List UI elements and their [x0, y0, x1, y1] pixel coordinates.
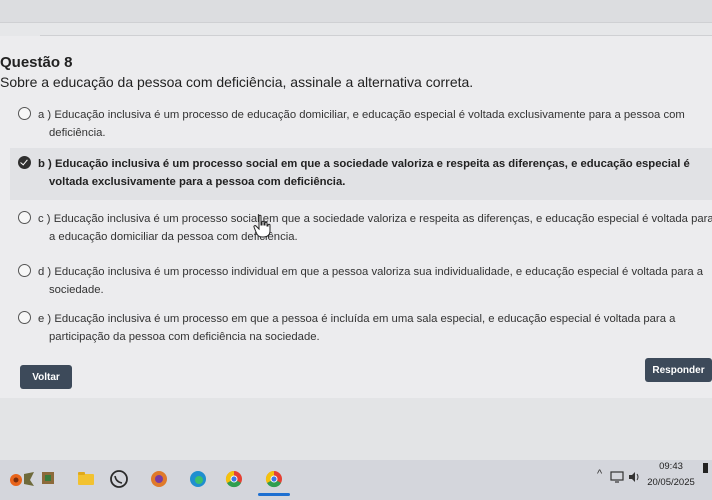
- option-b-line1: b ) Educação inclusiva é um processo soc…: [38, 158, 690, 170]
- hand-cursor-icon: [253, 214, 271, 238]
- submit-button[interactable]: Responder: [645, 358, 712, 382]
- option-d-line2: sociedade.: [49, 284, 104, 296]
- back-button[interactable]: Voltar: [20, 365, 72, 389]
- clock-date: 20/05/2025: [647, 477, 695, 488]
- radio-option-c[interactable]: [18, 211, 31, 224]
- radio-option-b-checked[interactable]: [18, 156, 31, 169]
- windows-taskbar: ^: [0, 460, 712, 500]
- option-e-line2: participação da pessoa com deficiência n…: [49, 331, 320, 343]
- network-icon[interactable]: [610, 470, 624, 484]
- speaker-icon[interactable]: [627, 470, 641, 484]
- option-a-line2: deficiência.: [49, 127, 106, 139]
- option-c-line1: c ) Educação inclusiva é um processo soc…: [38, 213, 712, 225]
- chrome-icon[interactable]: [223, 468, 245, 490]
- browser-top-bar: [0, 0, 712, 23]
- option-e-line1: e ) Educação inclusiva é um processo em …: [38, 313, 676, 325]
- flower-wallpaper-icon[interactable]: [6, 468, 36, 490]
- option-c-line2: a educação domiciliar da pessoa com defi…: [49, 231, 298, 243]
- game-icon[interactable]: [40, 468, 56, 490]
- notification-icon[interactable]: [703, 463, 708, 473]
- radio-option-d[interactable]: [18, 264, 31, 277]
- page-lower-area: [0, 398, 712, 460]
- file-explorer-icon[interactable]: [75, 468, 97, 490]
- chrome-profile-icon[interactable]: [263, 468, 285, 490]
- option-d-line1: d ) Educação inclusiva é um processo ind…: [38, 266, 704, 278]
- option-b-line2: voltada exclusivamente para a pessoa com…: [49, 176, 346, 188]
- radio-option-a[interactable]: [18, 107, 31, 120]
- whatsapp-icon[interactable]: [108, 468, 130, 490]
- browser-icon[interactable]: [148, 468, 170, 490]
- question-text: Sobre a educação da pessoa com deficiênc…: [0, 74, 474, 90]
- radio-option-e[interactable]: [18, 311, 31, 324]
- taskbar-clock[interactable]: 09:43 20/05/2025: [646, 461, 696, 489]
- question-title: Questão 8: [0, 54, 73, 71]
- option-a-line1: a ) Educação inclusiva é um processo de …: [38, 109, 685, 121]
- clock-time: 09:43: [659, 461, 683, 472]
- chevron-up-icon[interactable]: ^: [597, 468, 602, 480]
- active-app-indicator: [258, 493, 290, 496]
- edge-icon[interactable]: [187, 468, 209, 490]
